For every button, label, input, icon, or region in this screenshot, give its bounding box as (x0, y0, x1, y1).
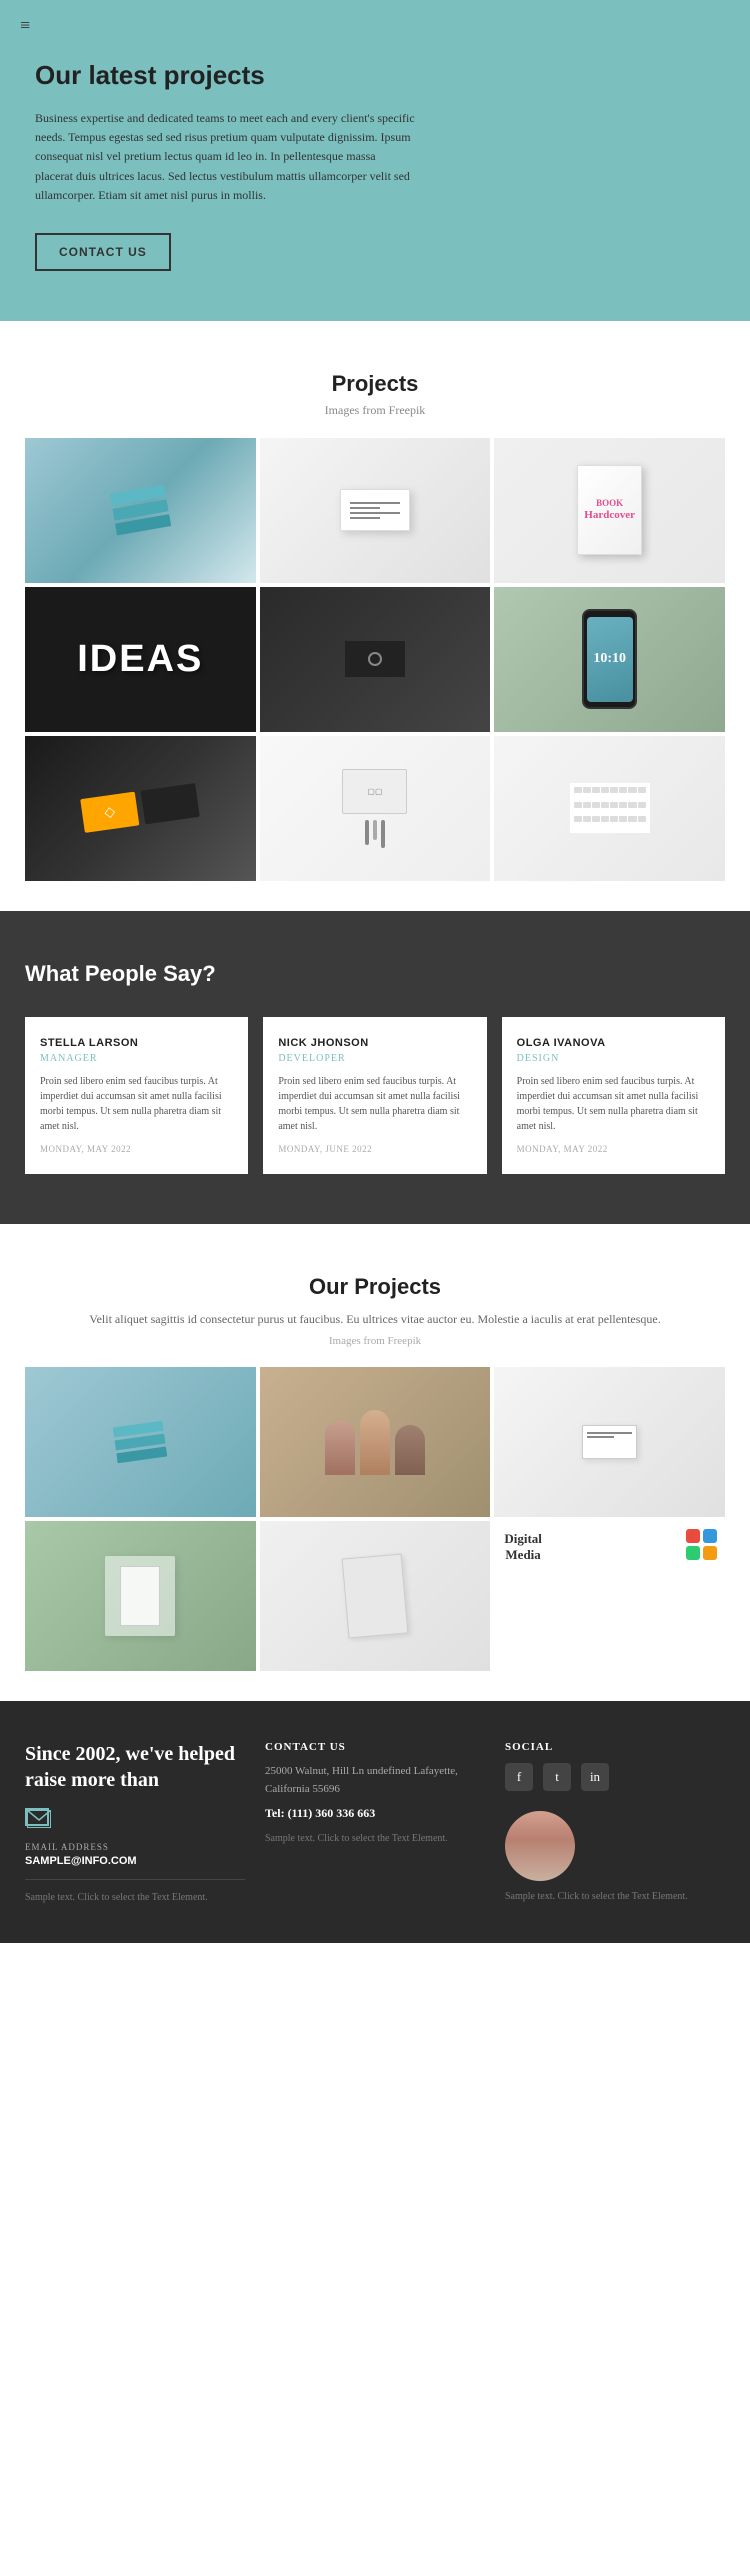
footer-small-text-3: Sample text. Click to select the Text El… (505, 1891, 725, 1902)
test-name-2: NICK JHONSON (278, 1037, 471, 1049)
our-projects-grid: DigitalMedia (25, 1367, 725, 1671)
testimonial-card-1: STELLA LARSON MANAGER Proin sed libero e… (25, 1017, 248, 1174)
footer-small-text-1: Sample text. Click to select the Text El… (25, 1892, 245, 1903)
footer-contact-tel: Tel: (111) 360 336 663 (265, 1806, 485, 1821)
testimonials-title: What People Say? (25, 961, 725, 987)
business-card-mockup (340, 489, 410, 531)
twitter-icon[interactable]: t (543, 1763, 571, 1791)
tel-label: Tel: (265, 1806, 285, 1820)
testimonial-card-3: OLGA IVANOVA DESIGN Proin sed libero eni… (502, 1017, 725, 1174)
footer-divider (25, 1879, 245, 1880)
projects-subtitle: Images from Freepik (25, 403, 725, 418)
project-cell-7[interactable]: ◇ (25, 736, 256, 881)
project-cell-9[interactable] (494, 736, 725, 881)
footer: Since 2002, we've helped raise more than… (0, 1701, 750, 1943)
keyboard-mockup (570, 783, 650, 833)
test-name-1: STELLA LARSON (40, 1037, 233, 1049)
projects-title: Projects (25, 371, 725, 397)
ideas-text: IDEas (77, 638, 203, 681)
facebook-icon[interactable]: f (505, 1763, 533, 1791)
dark-card-mockup (345, 641, 405, 677)
email-address: SAMPLE@INFO.COM (25, 1855, 245, 1867)
projects-section: Projects Images from Freepik (0, 321, 750, 911)
our-projects-section: Our Projects Velit aliquet sagittis id c… (0, 1224, 750, 1701)
footer-contact-address: 25000 Walnut, Hill Ln undefined Lafayett… (265, 1763, 485, 1798)
testimonials-grid: STELLA LARSON MANAGER Proin sed libero e… (25, 1017, 725, 1174)
social-icons: f t in (505, 1763, 725, 1791)
hero-title: Our latest projects (35, 60, 715, 91)
book-title: BOOKHardcover (584, 498, 635, 522)
book-cover-mockup: BOOKHardcover (577, 465, 642, 555)
test-date-3: MONDAY, MAY 2022 (517, 1144, 710, 1154)
our-projects-desc: Velit aliquet sagittis id consectetur pu… (25, 1310, 725, 1329)
op-cell-5[interactable] (260, 1521, 491, 1671)
social-label: SOCIAL (505, 1741, 725, 1753)
digital-media-mockup: DigitalMedia (494, 1521, 725, 1671)
op-cell-1[interactable] (25, 1367, 256, 1517)
op-cell-3[interactable] (494, 1367, 725, 1517)
project-cell-4[interactable]: IDEas (25, 587, 256, 732)
project-cell-1[interactable] (25, 438, 256, 583)
hamburger-menu[interactable]: ≡ (20, 15, 30, 36)
footer-small-text-2: Sample text. Click to select the Text El… (265, 1833, 485, 1844)
test-text-3: Proin sed libero enim sed faucibus turpi… (517, 1074, 710, 1134)
phone-time: 10:10 (593, 651, 626, 667)
our-projects-credit: Images from Freepik (25, 1335, 725, 1347)
email-icon (25, 1808, 49, 1826)
project-cell-5[interactable] (260, 587, 491, 732)
phone-mockup: 10:10 (582, 609, 637, 709)
op-cell-2[interactable] (260, 1367, 491, 1517)
footer-col-2: CONTACT US 25000 Walnut, Hill Ln undefin… (265, 1741, 485, 1903)
avatar (505, 1811, 575, 1881)
testimonials-section: What People Say? STELLA LARSON MANAGER P… (0, 911, 750, 1224)
project-cell-2[interactable] (260, 438, 491, 583)
books-stack (110, 485, 171, 536)
project-cell-8[interactable]: ▢▢ (260, 736, 491, 881)
test-role-2: DEVELOPER (278, 1053, 471, 1064)
test-date-1: MONDAY, MAY 2022 (40, 1144, 233, 1154)
our-projects-title: Our Projects (25, 1274, 725, 1300)
op-cell-6[interactable]: DigitalMedia (494, 1521, 725, 1671)
hero-description: Business expertise and dedicated teams t… (35, 109, 415, 205)
test-name-3: OLGA IVANOVA (517, 1037, 710, 1049)
footer-contact-label: CONTACT US (265, 1741, 485, 1753)
footer-col-3: SOCIAL f t in Sample text. Click to sele… (505, 1741, 725, 1903)
op-cell-4[interactable] (25, 1521, 256, 1671)
test-text-1: Proin sed libero enim sed faucibus turpi… (40, 1074, 233, 1134)
project-cell-6[interactable]: 10:10 (494, 587, 725, 732)
testimonial-card-2: NICK JHONSON DEVELOPER Proin sed libero … (263, 1017, 486, 1174)
footer-col-1: Since 2002, we've helped raise more than… (25, 1741, 245, 1903)
project-cell-3[interactable]: BOOKHardcover (494, 438, 725, 583)
test-role-1: MANAGER (40, 1053, 233, 1064)
footer-since-text: Since 2002, we've helped raise more than (25, 1741, 245, 1793)
footer-grid: Since 2002, we've helped raise more than… (25, 1741, 725, 1903)
test-text-2: Proin sed libero enim sed faucibus turpi… (278, 1074, 471, 1134)
hero-section: ≡ Our latest projects Business expertise… (0, 0, 750, 321)
email-label: EMAIL ADDRESS (25, 1842, 245, 1852)
contact-us-button[interactable]: CONTACT US (35, 233, 171, 271)
projects-grid: BOOKHardcover IDEas 10:10 (25, 438, 725, 881)
test-role-3: DESIGN (517, 1053, 710, 1064)
tel-number: (111) 360 336 663 (288, 1806, 376, 1820)
test-date-2: MONDAY, JUNE 2022 (278, 1144, 471, 1154)
instagram-icon[interactable]: in (581, 1763, 609, 1791)
